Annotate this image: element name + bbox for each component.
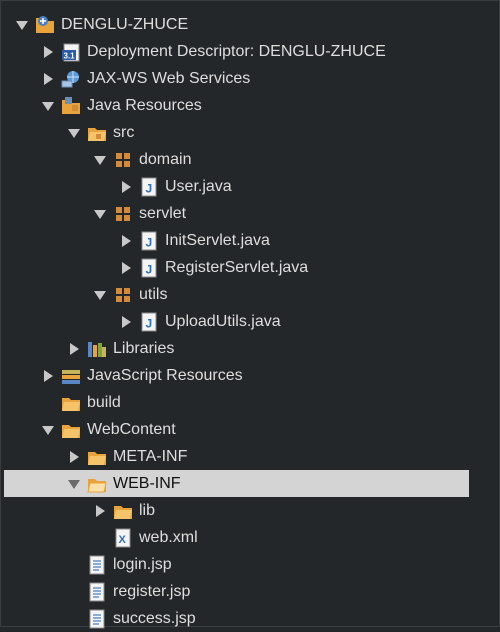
chevron-right-icon[interactable] — [41, 45, 55, 59]
chevron-right-icon[interactable] — [119, 180, 133, 194]
svg-text:J: J — [146, 181, 153, 195]
tree-item-label: src — [113, 124, 135, 141]
tree-item-user-java[interactable]: J User.java — [1, 173, 500, 200]
tree-item-javascript-resources[interactable]: JavaScript Resources — [1, 362, 500, 389]
jsp-file-icon — [87, 555, 107, 575]
tree-item-build[interactable]: build — [1, 389, 500, 416]
chevron-right-icon[interactable] — [67, 450, 81, 464]
tree-item-success-jsp[interactable]: success.jsp — [1, 605, 500, 632]
package-icon — [113, 204, 133, 224]
chevron-right-icon[interactable] — [119, 261, 133, 275]
tree-item-web-inf[interactable]: WEB-INF — [4, 470, 469, 497]
chevron-down-icon[interactable] — [41, 99, 55, 113]
tree-item-java-resources[interactable]: Java Resources — [1, 92, 500, 119]
tree-item-label: login.jsp — [113, 556, 172, 573]
tree-item-meta-inf[interactable]: META-INF — [1, 443, 500, 470]
chevron-right-icon[interactable] — [41, 369, 55, 383]
chevron-right-icon[interactable] — [119, 234, 133, 248]
chevron-down-icon[interactable] — [93, 153, 107, 167]
tree-item-package-domain[interactable]: domain — [1, 146, 500, 173]
java-file-icon: J — [139, 177, 159, 197]
tree-item-label: JAX-WS Web Services — [87, 70, 251, 87]
tree-item-package-utils[interactable]: utils — [1, 281, 500, 308]
tree-item-label: JavaScript Resources — [87, 367, 243, 384]
tree-item-label: Java Resources — [87, 97, 202, 114]
tree-item-jax-ws[interactable]: JAX-WS Web Services — [1, 65, 500, 92]
tree-item-label: DENGLU-ZHUCE — [61, 16, 189, 33]
java-file-icon: J — [139, 231, 159, 251]
tree-item-label: utils — [139, 286, 168, 303]
libraries-icon — [61, 366, 81, 386]
svg-text:3.1: 3.1 — [64, 51, 76, 60]
tree-item-label: success.jsp — [113, 610, 196, 627]
package-icon — [113, 150, 133, 170]
svg-text:X: X — [119, 534, 127, 546]
tree-item-registerservlet-java[interactable]: J RegisterServlet.java — [1, 254, 500, 281]
tree-item-label: User.java — [165, 178, 232, 195]
package-icon — [113, 285, 133, 305]
svg-text:J: J — [146, 262, 153, 276]
tree-item-label: Libraries — [113, 340, 175, 357]
folder-icon — [61, 393, 81, 413]
tree-item-label: lib — [139, 502, 156, 519]
tree-item-label: web.xml — [139, 529, 198, 546]
folder-icon — [113, 501, 133, 521]
tree-item-label: WebContent — [87, 421, 176, 438]
chevron-right-icon[interactable] — [41, 72, 55, 86]
tree-item-label: domain — [139, 151, 192, 168]
chevron-down-icon[interactable] — [15, 18, 29, 32]
java-resources-icon — [61, 96, 81, 116]
jsp-file-icon — [87, 582, 107, 602]
project-icon — [35, 15, 55, 35]
tree-item-label: UploadUtils.java — [165, 313, 281, 330]
tree-item-package-servlet[interactable]: servlet — [1, 200, 500, 227]
folder-open-icon — [87, 474, 107, 494]
project-explorer-panel: DENGLU-ZHUCE 3.1 Deployment Descriptor: … — [0, 0, 500, 628]
tree-item-initservlet-java[interactable]: J InitServlet.java — [1, 227, 500, 254]
svg-text:J: J — [146, 235, 153, 249]
folder-icon — [61, 420, 81, 440]
chevron-down-icon[interactable] — [93, 288, 107, 302]
chevron-right-icon[interactable] — [67, 342, 81, 356]
java-file-icon: J — [139, 258, 159, 278]
project-tree: DENGLU-ZHUCE 3.1 Deployment Descriptor: … — [1, 11, 500, 632]
svg-text:J: J — [146, 316, 153, 330]
tree-item-libraries[interactable]: Libraries — [1, 335, 500, 362]
tree-item-web-xml[interactable]: X web.xml — [1, 524, 500, 551]
tree-item-label: Deployment Descriptor: DENGLU-ZHUCE — [87, 43, 386, 60]
tree-item-lib[interactable]: lib — [1, 497, 500, 524]
tree-item-uploadutils-java[interactable]: J UploadUtils.java — [1, 308, 500, 335]
tree-item-label: RegisterServlet.java — [165, 259, 309, 276]
chevron-down-icon[interactable] — [41, 423, 55, 437]
tree-item-label: WEB-INF — [113, 475, 181, 492]
tree-item-project[interactable]: DENGLU-ZHUCE — [1, 11, 500, 38]
libraries-icon — [87, 339, 107, 359]
tree-item-deployment-descriptor[interactable]: 3.1 Deployment Descriptor: DENGLU-ZHUCE — [1, 38, 500, 65]
chevron-right-icon[interactable] — [119, 315, 133, 329]
folder-icon — [87, 447, 107, 467]
tree-item-webcontent[interactable]: WebContent — [1, 416, 500, 443]
chevron-down-icon[interactable] — [67, 477, 81, 491]
source-folder-icon — [87, 123, 107, 143]
tree-item-src[interactable]: src — [1, 119, 500, 146]
tree-item-label: InitServlet.java — [165, 232, 270, 249]
tree-item-label: register.jsp — [113, 583, 191, 600]
chevron-right-icon[interactable] — [93, 504, 107, 518]
chevron-down-icon[interactable] — [93, 207, 107, 221]
tree-item-register-jsp[interactable]: register.jsp — [1, 578, 500, 605]
jsp-file-icon — [87, 609, 107, 629]
java-file-icon: J — [139, 312, 159, 332]
tree-item-login-jsp[interactable]: login.jsp — [1, 551, 500, 578]
tree-item-label: META-INF — [113, 448, 188, 465]
xml-file-icon: X — [113, 528, 133, 548]
web-services-icon — [61, 69, 81, 89]
tree-item-label: servlet — [139, 205, 187, 222]
deployment-descriptor-icon: 3.1 — [61, 42, 81, 62]
chevron-down-icon[interactable] — [67, 126, 81, 140]
tree-item-label: build — [87, 394, 121, 411]
